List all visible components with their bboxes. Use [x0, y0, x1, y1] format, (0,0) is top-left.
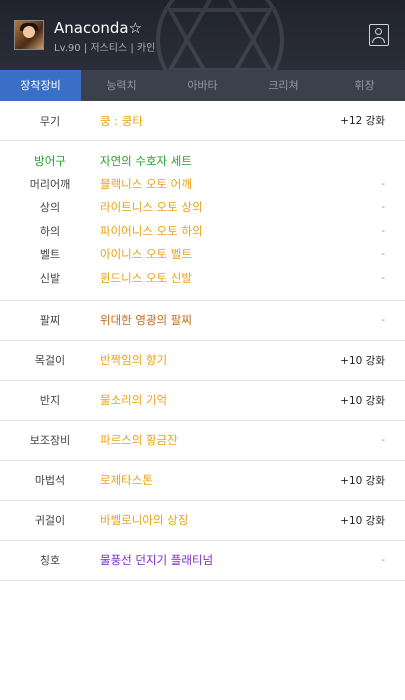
slot-label: 상의: [39, 201, 61, 215]
enhance-value: +10 강화: [340, 514, 385, 527]
tab-equipment[interactable]: 장착장비: [0, 70, 81, 101]
armor-row-bottom[interactable]: 하의 파이어니스 오토 하의 -: [0, 219, 405, 243]
enhance-value: +12 강화: [340, 115, 385, 127]
slot-label: 마법석: [34, 474, 66, 487]
slot-label: 신발: [39, 271, 61, 285]
equipment-row-title[interactable]: 칭호 물풍선 던지기 플래티넘 -: [0, 541, 405, 581]
item-name: 로제타스톤: [100, 473, 153, 487]
armor-set-block: 방어구 자연의 수호자 세트 머리어깨 블랙니스 오토 어깨 - 상의 라이트니…: [0, 141, 405, 301]
item-name: 물소리의 기억: [100, 393, 168, 407]
tab-stats[interactable]: 능력치: [81, 70, 162, 101]
slot-label: 목걸이: [34, 354, 66, 367]
equipment-row-ring[interactable]: 반지 물소리의 기억 +10 강화: [0, 381, 405, 421]
slot-label: 방어구: [34, 154, 66, 168]
character-header: Anaconda☆ Lv.90 | 저스티스 | 카인: [0, 0, 405, 70]
item-name: 쿵 : 쿵타: [100, 113, 143, 128]
emblem-decoration-icon: [156, 0, 284, 70]
item-name: 파르스의 황금잔: [100, 433, 178, 447]
tab-creature[interactable]: 크리쳐: [243, 70, 324, 101]
armor-row-shoes[interactable]: 신발 윈드니스 오토 신발 -: [0, 266, 405, 290]
armor-row-top[interactable]: 상의 라이트니스 오토 상의 -: [0, 196, 405, 220]
item-name: 블랙니스 오토 어깨: [100, 176, 192, 191]
item-name: 물풍선 던지기 플래티넘: [100, 553, 214, 567]
enhance-value: -: [381, 224, 385, 237]
avatar: [14, 20, 44, 50]
slot-label: 보조장비: [29, 434, 71, 447]
armor-set-header: 방어구 자연의 수호자 세트: [0, 150, 405, 172]
slot-label: 칭호: [39, 554, 61, 567]
equipment-row-magic-stone[interactable]: 마법석 로제타스톤 +10 강화: [0, 461, 405, 501]
slot-label: 반지: [39, 394, 61, 407]
armor-row-belt[interactable]: 벨트 아이니스 오토 벨트 -: [0, 243, 405, 267]
enhance-value: -: [381, 554, 385, 566]
tab-avatar[interactable]: 아바타: [162, 70, 243, 101]
armor-row-shoulder[interactable]: 머리어깨 블랙니스 오토 어깨 -: [0, 172, 405, 196]
slot-label: 머리어깨: [29, 177, 71, 191]
equipment-row-sub[interactable]: 보조장비 파르스의 황금잔 -: [0, 421, 405, 461]
slot-label: 팔찌: [39, 314, 61, 327]
enhance-value: +10 강화: [340, 354, 385, 367]
character-info: Lv.90 | 저스티스 | 카인: [54, 43, 156, 54]
enhance-value: -: [381, 201, 385, 214]
enhance-value: -: [381, 177, 385, 190]
item-name: 바벨로니아의 상징: [100, 513, 189, 527]
enhance-value: +10 강화: [340, 474, 385, 487]
slot-label: 하의: [39, 224, 61, 238]
profile-icon[interactable]: [369, 24, 389, 46]
item-name: 파이어니스 오토 하의: [100, 223, 203, 238]
item-name: 반짝임의 향기: [100, 353, 168, 367]
enhance-value: -: [381, 314, 385, 326]
enhance-value: -: [381, 248, 385, 261]
slot-label: 벨트: [39, 248, 61, 262]
equipment-row-weapon[interactable]: 무기 쿵 : 쿵타 +12 강화: [0, 101, 405, 141]
equipment-row-necklace[interactable]: 목걸이 반짝임의 향기 +10 강화: [0, 341, 405, 381]
equipment-list: 무기 쿵 : 쿵타 +12 강화 방어구 자연의 수호자 세트 머리어깨 블랙니…: [0, 101, 405, 581]
set-name: 자연의 수호자 세트: [100, 154, 192, 168]
item-name: 위대한 영광의 팔찌: [100, 313, 192, 327]
slot-label: 귀걸이: [34, 514, 66, 527]
item-name: 아이니스 오토 벨트: [100, 247, 192, 262]
item-name: 윈드니스 오토 신발: [100, 270, 192, 285]
slot-label: 무기: [39, 114, 61, 128]
enhance-value: +10 강화: [340, 394, 385, 407]
tab-emblem[interactable]: 휘장: [324, 70, 405, 101]
enhance-value: -: [381, 434, 385, 446]
equipment-row-earring[interactable]: 귀걸이 바벨로니아의 상징 +10 강화: [0, 501, 405, 541]
item-name: 라이트니스 오토 상의: [100, 200, 203, 215]
tab-bar: 장착장비 능력치 아바타 크리쳐 휘장: [0, 70, 405, 101]
character-name: Anaconda☆: [54, 19, 143, 37]
enhance-value: -: [381, 271, 385, 284]
equipment-row-bracelet[interactable]: 팔찌 위대한 영광의 팔찌 -: [0, 301, 405, 341]
